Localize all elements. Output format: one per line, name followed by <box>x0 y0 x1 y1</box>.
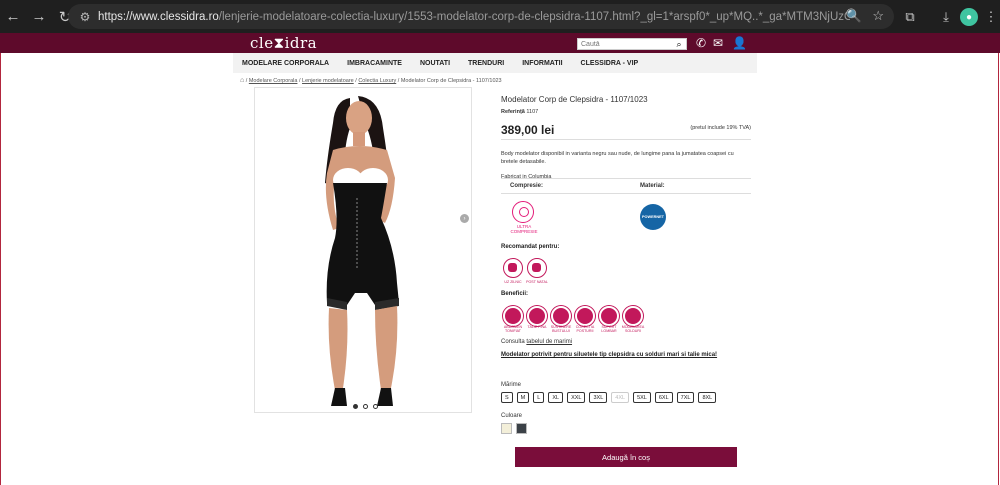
search-box: ⌕ <box>577 38 687 50</box>
gallery-dot[interactable] <box>363 404 368 409</box>
breadcrumb: ⌂ / Modelare Corporala / Lenjerie modela… <box>240 77 502 84</box>
product-price: 389,00 lei <box>501 123 555 137</box>
benefit-label: MODELAREA SOLDURI <box>621 325 645 333</box>
size-option[interactable]: 7XL <box>676 392 695 403</box>
url-text: https://www.clessidra.ro/lenjerie-modela… <box>98 10 850 23</box>
page-border-left <box>0 53 1 485</box>
abdomen-icon <box>503 306 523 326</box>
benefits-title: Beneficii: <box>501 291 529 297</box>
product-gallery: › <box>254 87 472 413</box>
nav-imbracaminte[interactable]: IMBRACAMINTE <box>347 60 402 67</box>
product-photo[interactable] <box>255 88 471 412</box>
ultra-compression-icon <box>512 201 534 223</box>
daily-use-icon <box>503 258 523 278</box>
size-guide-link[interactable]: tabelul de marimi <box>526 339 572 345</box>
size-option[interactable]: XL <box>548 392 564 403</box>
color-options <box>501 423 527 434</box>
add-to-cart-button[interactable]: Adaugă în coș <box>515 447 737 467</box>
bust-support-icon <box>551 306 571 326</box>
gallery-dot[interactable] <box>373 404 378 409</box>
site-header: cle⧗idra ⌕ ✆ ✉ 👤 <box>0 33 1000 53</box>
page-border-right <box>998 53 999 485</box>
nav-modelare-corporala[interactable]: MODELARE CORPORALA <box>242 60 329 67</box>
breadcrumb-current: Modelator Corp de Clepsidra - 1107/1023 <box>400 78 502 84</box>
gallery-dot[interactable] <box>353 404 358 409</box>
nav-trenduri[interactable]: TRENDURI <box>468 60 504 67</box>
compression-heading: Compresie: <box>510 183 544 189</box>
breadcrumb-item[interactable]: Lenjerie modelatoare <box>302 78 354 84</box>
size-option[interactable]: XXL <box>567 392 586 403</box>
next-image-arrow-icon[interactable]: › <box>460 214 469 223</box>
waist-icon <box>527 306 547 326</box>
size-option[interactable]: 5XL <box>633 392 651 403</box>
material-heading: Material: <box>640 183 665 189</box>
nav-clessidra-vip[interactable]: CLESSIDRA - VIP <box>581 60 639 67</box>
gallery-dots <box>353 404 378 409</box>
size-option[interactable]: M <box>516 392 530 403</box>
size-option[interactable]: 6XL <box>654 392 673 403</box>
breadcrumb-item[interactable]: Modelare Corporala <box>249 78 298 84</box>
mail-icon[interactable]: ✉ <box>713 36 723 50</box>
address-bar[interactable]: ⚙ https://www.clessidra.ro/lenjerie-mode… <box>68 4 894 29</box>
lumbar-support-icon <box>599 306 619 326</box>
compression-value: ULTRA COMPRESIE <box>510 224 538 234</box>
spec-table: Compresie: Material: ULTRA COMPRESIE POW… <box>501 178 751 234</box>
back-icon[interactable]: ← <box>0 4 26 30</box>
size-options: S M L XL XXL 3XL 4XL 5XL 6XL 7XL 8XL <box>501 392 717 403</box>
account-icon[interactable]: 👤 <box>732 36 747 50</box>
color-swatch-nude[interactable] <box>501 423 512 434</box>
breadcrumb-item[interactable]: Colectia Luxury <box>358 78 396 84</box>
nav-noutati[interactable]: NOUTATI <box>420 60 450 67</box>
size-option[interactable]: S <box>501 392 513 403</box>
size-option-unavailable[interactable]: 4XL <box>611 392 630 403</box>
material-value: POWERNET <box>642 215 664 219</box>
download-icon[interactable]: ⤓ <box>936 6 956 28</box>
nav-informatii[interactable]: INFORMATII <box>522 60 562 67</box>
price-row: 389,00 lei (pretul include 19% TVA) <box>501 121 751 140</box>
site-logo[interactable]: cle⧗idra <box>250 33 317 53</box>
color-label: Culoare <box>501 413 523 419</box>
product-description: Body modelator disponibil in varianta ne… <box>501 151 734 165</box>
recommended-title: Recomandat pentru: <box>501 244 560 250</box>
product-info: Modelator Corp de Clepsidra - 1107/1023 … <box>501 95 751 234</box>
size-guide: Consulta tabelul de marimi <box>501 339 573 345</box>
phone-icon[interactable]: ✆ <box>696 36 706 50</box>
product-title: Modelator Corp de Clepsidra - 1107/1023 <box>501 95 648 104</box>
browser-toolbar: ← → ↻ ⚙ https://www.clessidra.ro/lenjeri… <box>0 0 1000 33</box>
zoom-icon[interactable]: 🔍 <box>846 8 862 24</box>
search-icon[interactable]: ⌕ <box>672 39 686 50</box>
site-info-icon[interactable]: ⚙ <box>72 10 98 24</box>
home-icon[interactable]: ⌂ <box>240 77 244 84</box>
vat-note: (pretul include 19% TVA) <box>690 125 751 131</box>
main-navigation: MODELARE CORPORALA IMBRACAMINTE NOUTATI … <box>233 53 757 73</box>
browser-menu-icon[interactable]: ⋮ <box>985 6 998 28</box>
bookmark-star-icon[interactable]: ☆ <box>872 8 884 24</box>
size-option[interactable]: L <box>533 392 545 403</box>
size-option[interactable]: 3XL <box>589 392 608 403</box>
search-input[interactable] <box>578 39 672 49</box>
color-swatch-black[interactable] <box>516 423 527 434</box>
posture-icon <box>575 306 595 326</box>
size-option[interactable]: 8XL <box>698 392 717 403</box>
forward-icon[interactable]: → <box>26 4 52 30</box>
size-label: Mărime <box>501 382 522 388</box>
post-natal-icon <box>527 258 547 278</box>
fit-recommendation: Modelator potrivit pentru siluetele tip … <box>501 352 718 358</box>
recommended-label: POST NATAL <box>526 280 548 284</box>
hips-icon <box>623 306 643 326</box>
product-reference: Referință 1107 <box>501 109 539 115</box>
profile-avatar[interactable]: ● <box>960 8 978 26</box>
extensions-icon[interactable]: ⧉ <box>900 6 920 28</box>
spec-header: Compresie: Material: <box>501 179 751 194</box>
